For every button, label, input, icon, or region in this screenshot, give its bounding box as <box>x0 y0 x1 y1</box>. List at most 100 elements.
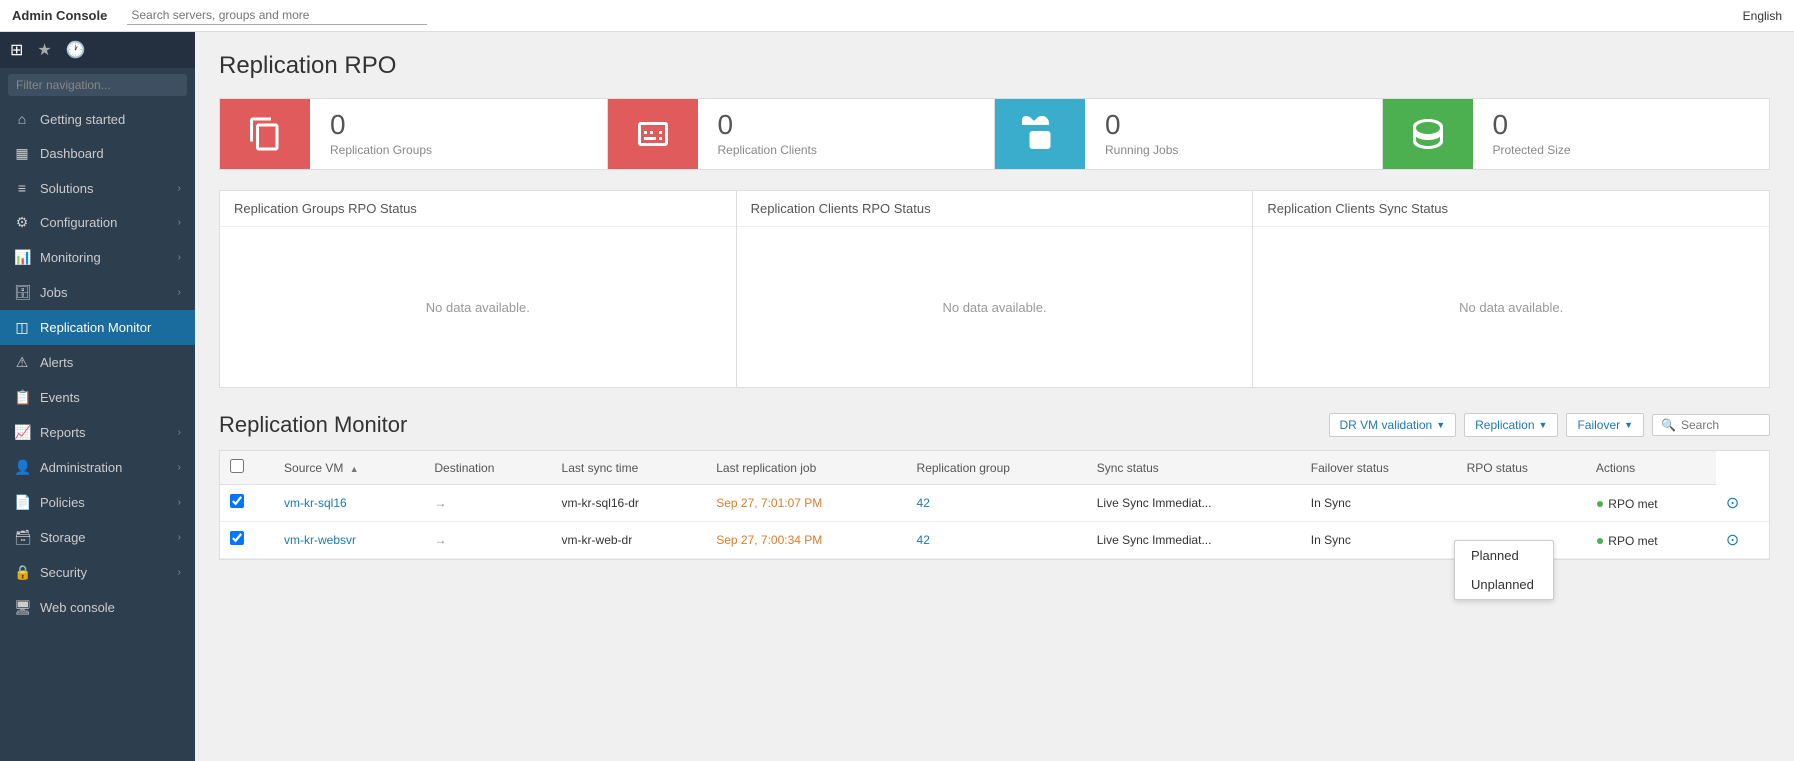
sidebar-item-reports[interactable]: 📈 Reports › <box>0 415 195 450</box>
rpo-status-dot: ● <box>1596 532 1604 548</box>
th-actions: Actions <box>1586 451 1716 485</box>
td-actions: ⊙ <box>1716 485 1769 522</box>
grid-icon[interactable]: ⊞ <box>10 40 23 60</box>
chevron-right-icon: › <box>178 287 181 298</box>
sidebar-item-jobs[interactable]: 🗄 Jobs › <box>0 275 195 310</box>
table-row: vm-kr-sql16 → vm-kr-sql16-dr Sep 27, 7:0… <box>220 485 1769 522</box>
running-jobs-count: 0 <box>1105 111 1178 139</box>
replication-monitor-icon: ◫ <box>14 319 30 336</box>
monitor-search-input[interactable] <box>1681 418 1761 432</box>
th-source-vm[interactable]: Source VM ▲ <box>274 451 424 485</box>
monitor-section-title: Replication Monitor <box>219 412 407 438</box>
rpo-panel-sync-body: No data available. <box>1253 227 1769 387</box>
sync-time-link[interactable]: Sep 27, 7:00:34 PM <box>716 533 822 547</box>
sync-time-link[interactable]: Sep 27, 7:01:07 PM <box>716 496 822 510</box>
chevron-right-icon: › <box>178 497 181 508</box>
history-icon[interactable]: 🕐 <box>66 40 86 60</box>
copy-icon <box>247 116 283 152</box>
sidebar-item-security[interactable]: 🔒 Security › <box>0 555 195 590</box>
th-sync-status: Sync status <box>1087 451 1301 485</box>
sidebar-label: Monitoring <box>40 250 168 265</box>
dropdown-item-unplanned[interactable]: Unplanned <box>1455 570 1553 599</box>
stat-card-replication-clients: 0 Replication Clients <box>608 99 996 169</box>
top-search[interactable] <box>127 6 1722 25</box>
no-data-text: No data available. <box>1459 300 1563 315</box>
sidebar-item-configuration[interactable]: ⚙ Configuration › <box>0 205 195 240</box>
td-destination: vm-kr-sql16-dr <box>552 485 707 522</box>
main-content: Replication RPO 0 Replication Groups <box>195 32 1794 761</box>
monitor-header: Replication Monitor DR VM validation ▼ R… <box>219 412 1770 438</box>
rpo-panel-sync: Replication Clients Sync Status No data … <box>1252 190 1770 388</box>
language-selector[interactable]: English <box>1743 9 1782 23</box>
replication-groups-count: 0 <box>330 111 432 139</box>
replication-groups-label: Replication Groups <box>330 143 432 157</box>
policies-icon: 📄 <box>14 494 30 511</box>
stat-card-running-jobs: 0 Running Jobs <box>995 99 1383 169</box>
rpo-panel-clients-title: Replication Clients RPO Status <box>737 191 1253 227</box>
td-sync-status: In Sync <box>1301 521 1457 558</box>
td-actions: ⊙ <box>1716 521 1769 558</box>
top-search-input[interactable] <box>127 6 427 25</box>
row-checkbox[interactable] <box>230 494 244 508</box>
source-vm-link[interactable]: vm-kr-sql16 <box>284 496 347 510</box>
sidebar-item-policies[interactable]: 📄 Policies › <box>0 485 195 520</box>
th-last-sync-time: Last sync time <box>552 451 707 485</box>
td-destination: vm-kr-web-dr <box>552 521 707 558</box>
td-last-replication-job: 42 <box>907 521 1087 558</box>
favorites-icon[interactable]: ★ <box>37 40 51 60</box>
td-sync-status: In Sync <box>1301 485 1457 522</box>
page-title: Replication RPO <box>219 52 1770 80</box>
row-actions-button[interactable]: ⊙ <box>1726 532 1739 549</box>
job-link[interactable]: 42 <box>917 533 930 547</box>
replication-filter[interactable]: Replication ▼ <box>1464 413 1558 437</box>
sidebar-label: Configuration <box>40 215 168 230</box>
sidebar-label: Reports <box>40 425 168 440</box>
failover-dropdown[interactable]: Planned Unplanned <box>1454 540 1554 600</box>
arrow-right-icon: → <box>434 533 446 547</box>
sidebar-item-dashboard[interactable]: ▦ Dashboard <box>0 136 195 171</box>
job-link[interactable]: 42 <box>917 496 930 510</box>
nav-filter[interactable] <box>0 68 195 102</box>
row-checkbox[interactable] <box>230 531 244 545</box>
sidebar-label: Replication Monitor <box>40 320 181 335</box>
rpo-panels: Replication Groups RPO Status No data av… <box>219 190 1770 388</box>
sidebar-label: Jobs <box>40 285 168 300</box>
search-icon: 🔍 <box>1661 418 1676 432</box>
protected-size-icon-bg <box>1383 99 1473 169</box>
td-failover-status <box>1457 485 1586 522</box>
dropdown-item-planned[interactable]: Planned <box>1455 541 1553 570</box>
sidebar-label: Dashboard <box>40 146 181 161</box>
sidebar-label: Events <box>40 390 181 405</box>
sidebar-item-replication-monitor[interactable]: ◫ Replication Monitor <box>0 310 195 345</box>
sidebar-label: Solutions <box>40 181 168 196</box>
sidebar-item-monitoring[interactable]: 📊 Monitoring › <box>0 240 195 275</box>
sidebar-item-web-console[interactable]: 🖥 Web console <box>0 590 195 625</box>
sidebar-item-alerts[interactable]: ⚠ Alerts <box>0 345 195 380</box>
protected-size-count: 0 <box>1493 111 1571 139</box>
nav-filter-input[interactable] <box>8 74 187 96</box>
sidebar-item-administration[interactable]: 👤 Administration › <box>0 450 195 485</box>
source-vm-link[interactable]: vm-kr-websvr <box>284 533 356 547</box>
sidebar-item-getting-started[interactable]: ⌂ Getting started <box>0 102 195 136</box>
jobs-icon: 🗄 <box>14 284 30 301</box>
layout: ⊞ ★ 🕐 ⌂ Getting started ▦ Dashboard ≡ So… <box>0 32 1794 761</box>
sidebar-label: Security <box>40 565 168 580</box>
solutions-icon: ≡ <box>14 180 30 196</box>
stat-card-info: 0 Running Jobs <box>1085 101 1198 167</box>
rpo-panel-groups-body: No data available. <box>220 227 736 387</box>
no-data-text: No data available. <box>426 300 530 315</box>
sidebar-item-events[interactable]: 📋 Events <box>0 380 195 415</box>
row-actions-button[interactable]: ⊙ <box>1726 495 1739 512</box>
td-checkbox <box>220 485 274 522</box>
protected-size-label: Protected Size <box>1493 143 1571 157</box>
td-checkbox <box>220 521 274 558</box>
sidebar-item-solutions[interactable]: ≡ Solutions › <box>0 171 195 205</box>
sidebar-item-storage[interactable]: 🗃 Storage › <box>0 520 195 555</box>
select-all-checkbox[interactable] <box>230 459 244 473</box>
td-source-vm: vm-kr-websvr <box>274 521 424 558</box>
dr-vm-validation-filter[interactable]: DR VM validation ▼ <box>1329 413 1457 437</box>
td-replication-group: Live Sync Immediat... <box>1087 485 1301 522</box>
monitor-search-box[interactable]: 🔍 <box>1652 414 1770 436</box>
rpo-panel-clients-body: No data available. <box>737 227 1253 387</box>
failover-filter[interactable]: Failover ▼ <box>1566 413 1644 437</box>
